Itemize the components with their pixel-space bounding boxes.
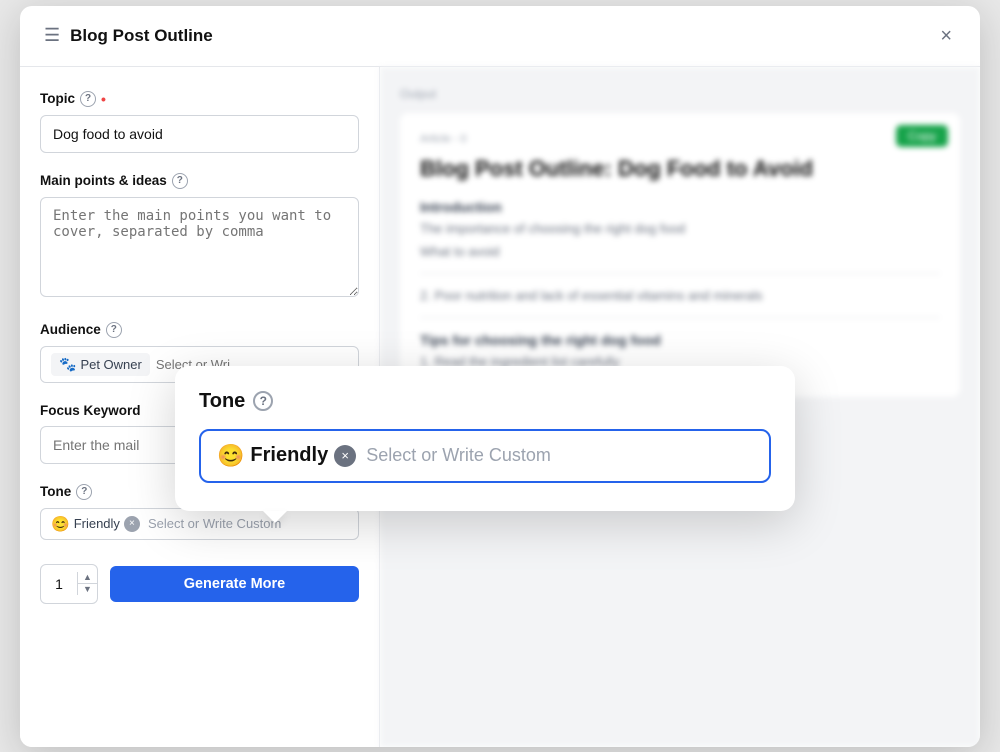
tone-help-icon[interactable]: ? <box>76 484 92 500</box>
stepper-down[interactable]: ▼ <box>78 584 97 595</box>
tone-placeholder-small: Select or Write Custom <box>148 516 281 531</box>
audience-chip-emoji: 🐾 <box>59 356 76 373</box>
audience-chip-label: Pet Owner <box>80 357 141 372</box>
close-button[interactable]: × <box>936 22 956 50</box>
output-label: Output <box>400 87 960 101</box>
tone-tag-large: 😊 Friendly × <box>217 443 356 469</box>
output-card: Article - 0 Copy Blog Post Outline: Dog … <box>400 113 960 398</box>
topic-help-icon[interactable]: ? <box>80 91 96 107</box>
output-section-introduction: Introduction <box>420 199 940 215</box>
tone-popup: Tone ? 😊 Friendly × Select or Write Cust… <box>175 366 795 511</box>
output-divider-2 <box>420 317 940 318</box>
output-line-1: The importance of choosing the right dog… <box>420 221 940 236</box>
modal-header-left: ☰ Blog Post Outline <box>44 25 213 46</box>
tone-select-box[interactable]: 😊 Friendly × Select or Write Custom <box>199 429 771 483</box>
output-divider-1 <box>420 273 940 274</box>
list-icon: ☰ <box>44 25 60 46</box>
stepper-input[interactable] <box>41 576 77 592</box>
output-line-2: What to avoid <box>420 244 940 259</box>
generate-button[interactable]: Generate More <box>110 566 359 602</box>
tone-input-small[interactable]: 😊 Friendly × Select or Write Custom <box>40 508 359 540</box>
audience-tag-chip: 🐾 Pet Owner <box>51 353 150 376</box>
topic-required: • <box>101 91 106 107</box>
bottom-actions: ▲ ▼ Generate More <box>40 564 359 604</box>
tone-remove-large[interactable]: × <box>334 445 356 467</box>
stepper-up[interactable]: ▲ <box>78 572 97 584</box>
tone-popup-help-icon[interactable]: ? <box>253 391 273 411</box>
tone-popup-placeholder: Select or Write Custom <box>366 445 753 466</box>
tone-tag-label: Friendly <box>250 444 328 467</box>
tone-popup-header: Tone ? <box>199 390 771 413</box>
main-points-label: Main points & ideas ? <box>40 173 359 189</box>
count-stepper[interactable]: ▲ ▼ <box>40 564 98 604</box>
main-points-help-icon[interactable]: ? <box>172 173 188 189</box>
tone-tag-emoji: 😊 <box>217 443 244 469</box>
audience-help-icon[interactable]: ? <box>106 322 122 338</box>
output-line-3: 2. Poor nutrition and lack of essential … <box>420 288 940 303</box>
copy-button[interactable]: Copy <box>896 125 948 147</box>
tone-popup-title: Tone <box>199 390 245 413</box>
tone-chip-label-small: Friendly <box>74 516 120 531</box>
main-points-field-group: Main points & ideas ? <box>40 173 359 302</box>
modal: ☰ Blog Post Outline × Topic ? • Main poi… <box>20 6 980 747</box>
output-title: Blog Post Outline: Dog Food to Avoid <box>420 155 940 184</box>
modal-title: Blog Post Outline <box>70 26 213 46</box>
main-points-input[interactable] <box>40 197 359 297</box>
modal-header: ☰ Blog Post Outline × <box>20 6 980 67</box>
output-card-label: Article - 0 <box>420 133 940 145</box>
tone-chip-emoji-small: 😊 <box>51 515 70 533</box>
tone-remove-small[interactable]: × <box>124 516 140 532</box>
tone-chip-small: 😊 Friendly × <box>51 515 140 533</box>
stepper-arrows: ▲ ▼ <box>77 572 97 595</box>
output-section-tips: Tips for choosing the right dog food <box>420 332 940 348</box>
topic-label: Topic ? • <box>40 91 359 107</box>
topic-field-group: Topic ? • <box>40 91 359 153</box>
audience-label: Audience ? <box>40 322 359 338</box>
topic-input[interactable] <box>40 115 359 153</box>
